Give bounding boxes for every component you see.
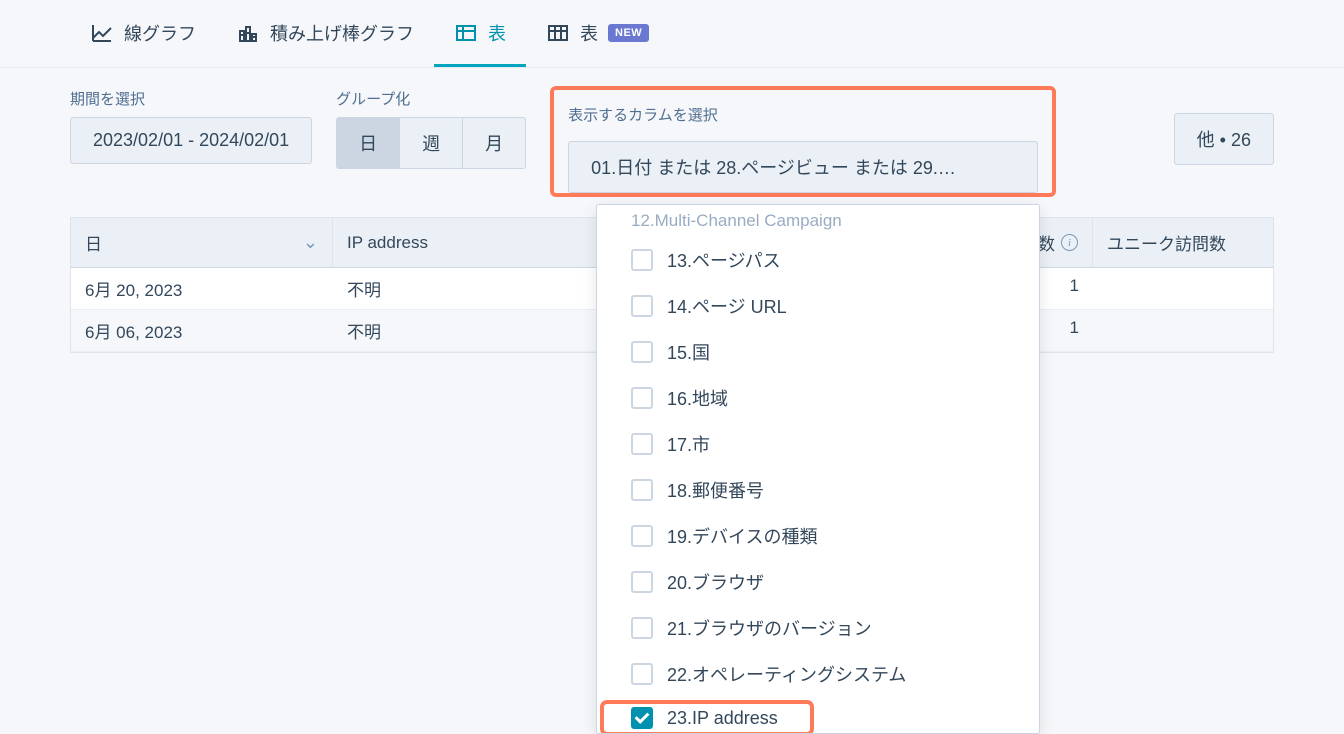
- group-month-button[interactable]: 月: [462, 117, 526, 169]
- group-filter: グループ化 日 週 月: [336, 88, 526, 169]
- columns-filter-highlight: 表示するカラムを選択 01.日付 または 28.ページビュー または 29.…: [550, 86, 1056, 197]
- dropdown-item[interactable]: 21.ブラウザのバージョン: [597, 605, 1039, 651]
- checkbox[interactable]: [631, 707, 653, 729]
- dropdown-item[interactable]: 13.ページパス: [597, 237, 1039, 283]
- checkbox[interactable]: [631, 479, 653, 501]
- dropdown-item[interactable]: 17.市: [597, 421, 1039, 467]
- tab-table-2[interactable]: 表 NEW: [526, 0, 669, 67]
- cell-day: 6月 20, 2023: [71, 268, 333, 309]
- cell-day: 6月 06, 2023: [71, 310, 333, 351]
- cell-ip: 不明: [333, 310, 613, 351]
- other-filter: 他 • 26: [1174, 88, 1274, 165]
- tab-table-1[interactable]: 表: [434, 0, 526, 67]
- dropdown-item-label: 14.ページ URL: [667, 293, 787, 319]
- checkbox[interactable]: [631, 387, 653, 409]
- dropdown-item[interactable]: 16.地域: [597, 375, 1039, 421]
- dropdown-item-label: 15.国: [667, 339, 710, 365]
- group-label: グループ化: [336, 88, 526, 109]
- checkbox[interactable]: [631, 341, 653, 363]
- tab-label: 表: [580, 20, 598, 46]
- dropdown-item[interactable]: 15.国: [597, 329, 1039, 375]
- dropdown-item-label: 13.ページパス: [667, 247, 781, 273]
- dropdown-clipped-item: 12.Multi-Channel Campaign: [597, 209, 1039, 237]
- period-label: 期間を選択: [70, 88, 312, 109]
- th-ip[interactable]: IP address: [333, 218, 613, 267]
- table-icon: [546, 21, 570, 45]
- checkbox[interactable]: [631, 663, 653, 685]
- checkbox[interactable]: [631, 571, 653, 593]
- tab-line-chart[interactable]: 線グラフ: [70, 0, 216, 67]
- columns-filter: 表示するカラムを選択 01.日付 または 28.ページビュー または 29.…: [568, 104, 1038, 193]
- table-icon: [454, 21, 478, 45]
- th-label: IP address: [347, 233, 428, 253]
- th-label: ユニーク訪問数: [1107, 230, 1226, 255]
- dropdown-item-label: 18.郵便番号: [667, 477, 764, 503]
- columns-label: 表示するカラムを選択: [568, 104, 1038, 125]
- tab-label: 表: [488, 20, 506, 46]
- period-filter: 期間を選択 2023/02/01 - 2024/02/01: [70, 88, 312, 164]
- checkbox[interactable]: [631, 525, 653, 547]
- info-icon[interactable]: i: [1061, 234, 1078, 251]
- dropdown-item-label: 23.IP address: [667, 708, 778, 729]
- checkbox[interactable]: [631, 617, 653, 639]
- dropdown-item-label: 22.オペレーティングシステム: [667, 661, 906, 687]
- cell-ip: 不明: [333, 268, 613, 309]
- checkbox[interactable]: [631, 433, 653, 455]
- group-button-group: 日 週 月: [336, 117, 526, 169]
- dropdown-item[interactable]: 20.ブラウザ: [597, 559, 1039, 605]
- dropdown-item[interactable]: 19.デバイスの種類: [597, 513, 1039, 559]
- dropdown-item-label: 19.デバイスの種類: [667, 523, 817, 549]
- dropdown-item[interactable]: 22.オペレーティングシステム: [597, 651, 1039, 697]
- dropdown-item-label: 17.市: [667, 431, 710, 457]
- checkbox[interactable]: [631, 249, 653, 271]
- line-chart-icon: [90, 21, 114, 45]
- dropdown-item-label: 21.ブラウザのバージョン: [667, 615, 872, 641]
- dropdown-item[interactable]: 14.ページ URL: [597, 283, 1039, 329]
- group-day-button[interactable]: 日: [336, 117, 399, 169]
- chevron-down-icon: ⌄: [303, 232, 318, 253]
- th-label: 日: [85, 230, 102, 255]
- other-filters-button[interactable]: 他 • 26: [1174, 113, 1274, 165]
- columns-dropdown[interactable]: 12.Multi-Channel Campaign 13.ページパス 14.ページ…: [596, 204, 1040, 734]
- group-week-button[interactable]: 週: [399, 117, 462, 169]
- dropdown-item[interactable]: 23.IP address: [597, 697, 817, 734]
- chart-type-tabs: 線グラフ 積み上げ棒グラフ 表 表 NEW: [0, 0, 1344, 68]
- checkbox[interactable]: [631, 295, 653, 317]
- columns-select-button[interactable]: 01.日付 または 28.ページビュー または 29.…: [568, 141, 1038, 193]
- spacer-label: [1174, 88, 1274, 105]
- cell-unique: [1093, 310, 1273, 351]
- new-badge: NEW: [608, 24, 649, 42]
- dropdown-item-label: 16.地域: [667, 385, 728, 411]
- period-select-button[interactable]: 2023/02/01 - 2024/02/01: [70, 117, 312, 164]
- tab-label: 線グラフ: [124, 20, 196, 46]
- dropdown-item-label: 20.ブラウザ: [667, 569, 764, 595]
- cell-unique: [1093, 268, 1273, 309]
- th-day[interactable]: 日 ⌄: [71, 218, 333, 267]
- tab-stacked-bar[interactable]: 積み上げ棒グラフ: [216, 0, 434, 67]
- tab-label: 積み上げ棒グラフ: [270, 20, 414, 46]
- dropdown-item[interactable]: 18.郵便番号: [597, 467, 1039, 513]
- stacked-bar-icon: [236, 21, 260, 45]
- th-unique[interactable]: ユニーク訪問数: [1093, 218, 1273, 267]
- filter-row: 期間を選択 2023/02/01 - 2024/02/01 グループ化 日 週 …: [0, 88, 1344, 217]
